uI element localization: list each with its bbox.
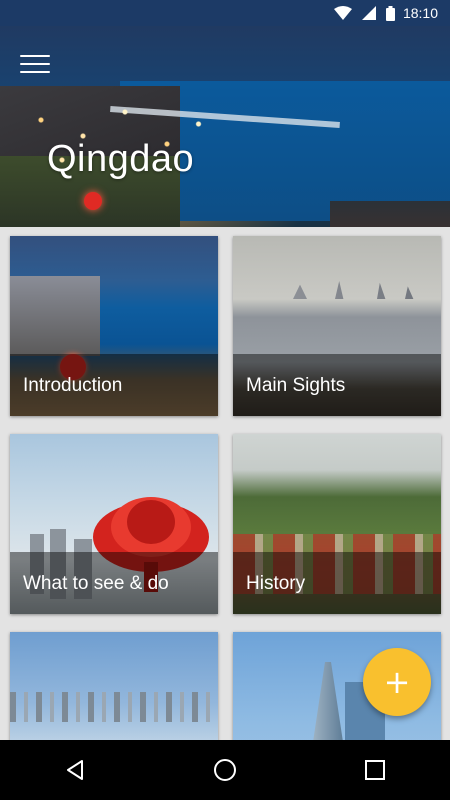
card-label: History: [246, 573, 306, 594]
page-title: Qingdao: [47, 138, 195, 180]
add-button[interactable]: +: [363, 648, 431, 716]
card-introduction[interactable]: Introduction: [10, 236, 218, 416]
card-main-sights[interactable]: Main Sights: [233, 236, 441, 416]
status-icons: [333, 5, 395, 21]
recents-button[interactable]: [355, 750, 395, 790]
card-what-to-see[interactable]: What to see & do: [10, 434, 218, 614]
header-hero-image: [0, 26, 450, 227]
card-history[interactable]: History: [233, 434, 441, 614]
card-label: What to see & do: [23, 573, 169, 594]
home-button[interactable]: [205, 750, 245, 790]
wifi-icon: [333, 6, 352, 20]
recents-icon: [365, 760, 385, 780]
home-icon: [214, 759, 236, 781]
signal-icon: [361, 6, 376, 20]
card-label: Introduction: [23, 375, 123, 396]
card-harbor[interactable]: [10, 632, 218, 740]
battery-icon: [385, 5, 395, 21]
card-label: Main Sights: [246, 375, 346, 396]
hamburger-menu-icon[interactable]: [20, 52, 50, 76]
status-bar: 18:10: [0, 0, 450, 26]
card-image: [10, 632, 218, 740]
system-nav-bar: [0, 740, 450, 800]
back-button[interactable]: [55, 750, 95, 790]
plus-icon: +: [383, 663, 411, 701]
back-icon: [67, 760, 83, 780]
status-time: 18:10: [402, 5, 438, 21]
